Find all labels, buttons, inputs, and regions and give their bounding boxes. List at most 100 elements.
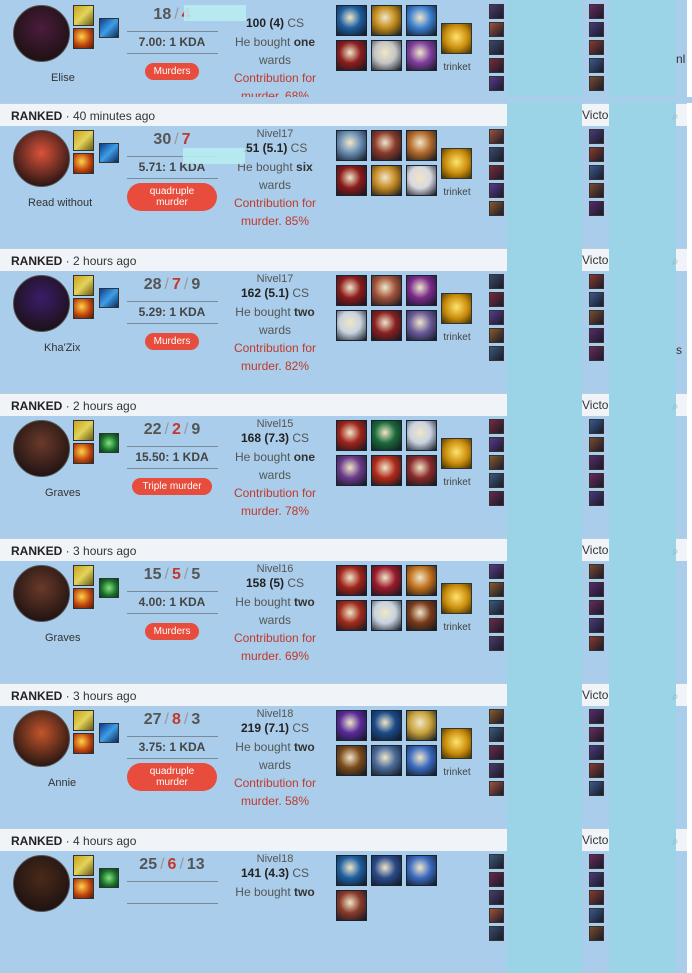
item-icon[interactable] <box>406 310 437 341</box>
enemy-champion-icon[interactable] <box>589 292 604 307</box>
team-champion-icon[interactable] <box>489 745 504 760</box>
item-icon[interactable] <box>406 745 437 776</box>
item-icon[interactable] <box>336 310 367 341</box>
champion-portrait[interactable] <box>13 5 70 62</box>
item-icon[interactable] <box>336 165 367 196</box>
enemy-champion-icon[interactable] <box>589 328 604 343</box>
enemy-champion-icon[interactable] <box>589 437 604 452</box>
team-champion-icon[interactable] <box>489 582 504 597</box>
item-icon[interactable] <box>406 600 437 631</box>
enemy-champion-icon[interactable] <box>589 183 604 198</box>
team-champion-icon[interactable] <box>489 908 504 923</box>
champion-portrait[interactable] <box>13 275 70 332</box>
item-icon[interactable] <box>406 710 437 741</box>
item-icon[interactable] <box>371 130 402 161</box>
enemy-champion-icon[interactable] <box>589 636 604 651</box>
champion-portrait[interactable] <box>13 420 70 477</box>
item-icon[interactable] <box>406 565 437 596</box>
item-icon[interactable] <box>371 600 402 631</box>
item-icon[interactable] <box>371 165 402 196</box>
team-champion-icon[interactable] <box>489 926 504 941</box>
enemy-champion-icon[interactable] <box>589 781 604 796</box>
team-champion-icon[interactable] <box>489 292 504 307</box>
team-champion-icon[interactable] <box>489 4 504 19</box>
team-champion-icon[interactable] <box>489 473 504 488</box>
item-icon[interactable] <box>371 565 402 596</box>
team-champion-icon[interactable] <box>489 636 504 651</box>
item-icon[interactable] <box>406 855 437 886</box>
team-champion-icon[interactable] <box>489 274 504 289</box>
item-icon[interactable] <box>336 565 367 596</box>
item-icon[interactable] <box>336 130 367 161</box>
team-champion-icon[interactable] <box>489 763 504 778</box>
team-champion-icon[interactable] <box>489 854 504 869</box>
trinket-icon[interactable] <box>441 438 472 469</box>
enemy-champion-icon[interactable] <box>589 310 604 325</box>
item-icon[interactable] <box>336 710 367 741</box>
item-icon[interactable] <box>406 275 437 306</box>
enemy-champion-icon[interactable] <box>589 40 604 55</box>
enemy-champion-icon[interactable] <box>589 745 604 760</box>
item-icon[interactable] <box>371 855 402 886</box>
team-champion-icon[interactable] <box>489 727 504 742</box>
enemy-champion-icon[interactable] <box>589 58 604 73</box>
team-champion-icon[interactable] <box>489 183 504 198</box>
team-champion-icon[interactable] <box>489 147 504 162</box>
trinket-icon[interactable] <box>441 293 472 324</box>
team-champion-icon[interactable] <box>489 781 504 796</box>
trinket-icon[interactable] <box>441 583 472 614</box>
enemy-champion-icon[interactable] <box>589 346 604 361</box>
team-champion-icon[interactable] <box>489 165 504 180</box>
item-icon[interactable] <box>336 600 367 631</box>
item-icon[interactable] <box>406 40 437 71</box>
team-champion-icon[interactable] <box>489 437 504 452</box>
team-champion-icon[interactable] <box>489 600 504 615</box>
enemy-champion-icon[interactable] <box>589 201 604 216</box>
champion-portrait[interactable] <box>13 565 70 622</box>
item-icon[interactable] <box>336 5 367 36</box>
team-champion-icon[interactable] <box>489 618 504 633</box>
team-champion-icon[interactable] <box>489 201 504 216</box>
item-icon[interactable] <box>371 5 402 36</box>
item-icon[interactable] <box>371 710 402 741</box>
item-icon[interactable] <box>371 310 402 341</box>
team-champion-icon[interactable] <box>489 129 504 144</box>
item-icon[interactable] <box>406 5 437 36</box>
enemy-champion-icon[interactable] <box>589 4 604 19</box>
team-champion-icon[interactable] <box>489 310 504 325</box>
enemy-champion-icon[interactable] <box>589 582 604 597</box>
enemy-champion-icon[interactable] <box>589 473 604 488</box>
trinket-icon[interactable] <box>441 23 472 54</box>
team-champion-icon[interactable] <box>489 58 504 73</box>
team-champion-icon[interactable] <box>489 419 504 434</box>
team-champion-icon[interactable] <box>489 22 504 37</box>
item-icon[interactable] <box>406 455 437 486</box>
item-icon[interactable] <box>371 455 402 486</box>
enemy-champion-icon[interactable] <box>589 491 604 506</box>
item-icon[interactable] <box>406 420 437 451</box>
item-icon[interactable] <box>336 890 367 921</box>
item-icon[interactable] <box>336 40 367 71</box>
team-champion-icon[interactable] <box>489 40 504 55</box>
team-champion-icon[interactable] <box>489 872 504 887</box>
trinket-icon[interactable] <box>441 728 472 759</box>
item-icon[interactable] <box>371 275 402 306</box>
enemy-champion-icon[interactable] <box>589 709 604 724</box>
enemy-champion-icon[interactable] <box>589 926 604 941</box>
item-icon[interactable] <box>371 40 402 71</box>
enemy-champion-icon[interactable] <box>589 908 604 923</box>
enemy-champion-icon[interactable] <box>589 419 604 434</box>
enemy-champion-icon[interactable] <box>589 165 604 180</box>
champion-portrait[interactable] <box>13 710 70 767</box>
team-champion-icon[interactable] <box>489 328 504 343</box>
item-icon[interactable] <box>336 745 367 776</box>
team-champion-icon[interactable] <box>489 491 504 506</box>
item-icon[interactable] <box>336 420 367 451</box>
enemy-champion-icon[interactable] <box>589 763 604 778</box>
enemy-champion-icon[interactable] <box>589 274 604 289</box>
item-icon[interactable] <box>336 275 367 306</box>
enemy-champion-icon[interactable] <box>589 618 604 633</box>
enemy-champion-icon[interactable] <box>589 872 604 887</box>
enemy-champion-icon[interactable] <box>589 147 604 162</box>
team-champion-icon[interactable] <box>489 564 504 579</box>
